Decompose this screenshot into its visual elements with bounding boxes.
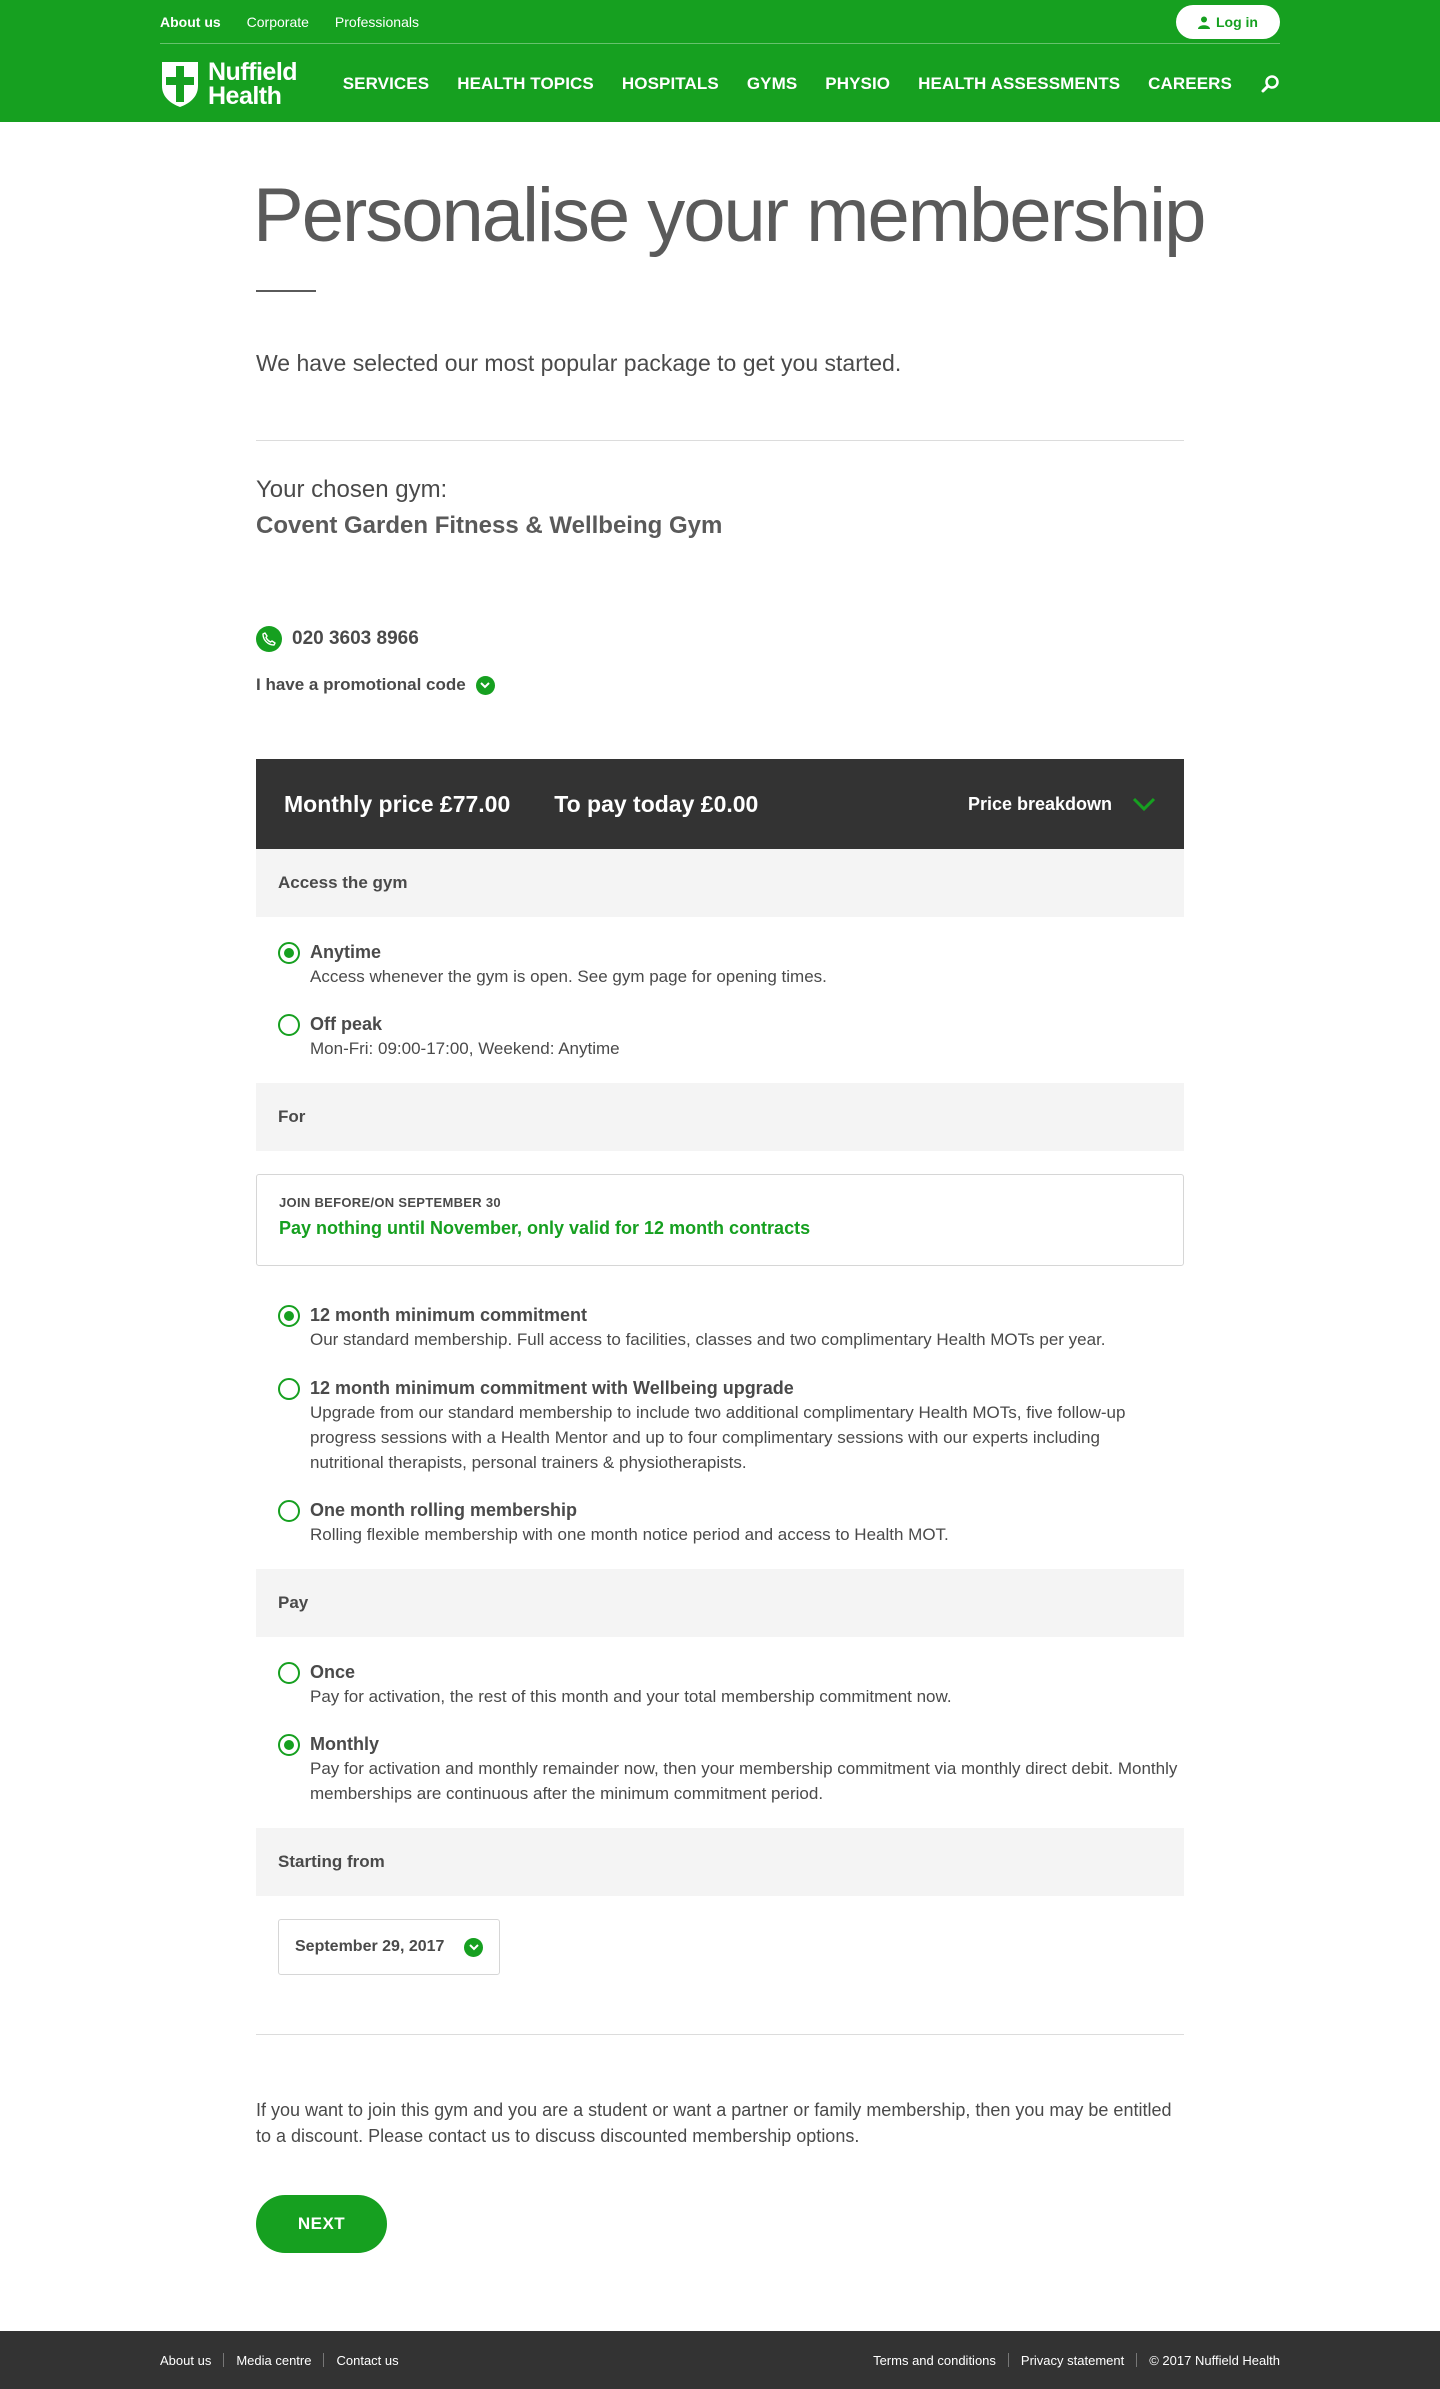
radio-button[interactable]: [278, 1378, 300, 1400]
monthly-price: Monthly price £77.00: [284, 790, 511, 817]
commitment-option-12-month[interactable]: 12 month minimum commitment Our standard…: [278, 1303, 1178, 1352]
for-section-heading: For: [256, 1083, 1184, 1151]
offer-text: Pay nothing until November, only valid f…: [279, 1218, 811, 1238]
nav-gyms[interactable]: GYMS: [747, 74, 797, 94]
radio-button[interactable]: [278, 1014, 300, 1036]
option-description: Rolling flexible membership with one mon…: [310, 1525, 949, 1544]
radio-button[interactable]: [278, 942, 300, 964]
nav-careers[interactable]: CAREERS: [1148, 74, 1232, 94]
start-date-value: September 29, 2017: [295, 1938, 445, 1955]
main-nav: Nuffield Health SERVICES HEALTH TOPICS H…: [160, 58, 1280, 110]
nav-health-topics[interactable]: HEALTH TOPICS: [457, 74, 594, 94]
option-description: Our standard membership. Full access to …: [310, 1330, 1106, 1349]
option-label: 12 month minimum commitment with Wellbei…: [310, 1378, 794, 1398]
pay-section-heading: Pay: [256, 1569, 1184, 1637]
divider: [323, 2353, 325, 2367]
option-description: Upgrade from our standard membership to …: [310, 1403, 1126, 1472]
utility-link-professionals[interactable]: Professionals: [335, 14, 419, 30]
pay-option-once[interactable]: Once Pay for activation, the rest of thi…: [278, 1660, 1178, 1709]
intro-text: We have selected our most popular packag…: [256, 350, 902, 376]
brand-name: Nuffield Health: [208, 58, 298, 110]
nav-physio[interactable]: PHYSIO: [825, 74, 890, 94]
brand-line-2: Health: [208, 82, 282, 110]
option-description: Pay for activation and monthly remainder…: [310, 1759, 1178, 1803]
login-button[interactable]: Log in: [1176, 5, 1280, 39]
access-option-off-peak[interactable]: Off peak Mon-Fri: 09:00-17:00, Weekend: …: [278, 1012, 1178, 1061]
price-breakdown-toggle[interactable]: Price breakdown: [968, 794, 1156, 815]
discount-note: If you want to join this gym and you are…: [256, 2100, 1172, 2146]
footer-copyright: © 2017 Nuffield Health: [1149, 2352, 1280, 2368]
pay-today-price: To pay today £0.00: [554, 790, 759, 817]
chevron-down-icon: [464, 1937, 483, 1957]
radio-button[interactable]: [278, 1305, 300, 1327]
start-section-heading: Starting from: [256, 1828, 1184, 1896]
site-footer: About us Media centre Contact us Terms a…: [0, 2331, 1440, 2389]
option-label: Off peak: [310, 1014, 383, 1034]
phone-number: 020 3603 8966: [292, 628, 419, 649]
radio-button[interactable]: [278, 1734, 300, 1756]
chevron-down-icon: [475, 675, 495, 695]
cross-shield-logo: [162, 62, 198, 107]
offer-kicker: JOIN BEFORE/ON SEPTEMBER 30: [279, 1195, 501, 1210]
price-summary-bar: Monthly price £77.00 To pay today £0.00 …: [256, 759, 1184, 849]
brand-line-1: Nuffield: [208, 58, 298, 86]
divider: [223, 2353, 225, 2367]
user-icon: [1198, 16, 1210, 29]
footer-link-media[interactable]: Media centre: [236, 2353, 311, 2368]
utility-link-about[interactable]: About us: [160, 14, 221, 30]
phone-icon: [256, 626, 282, 652]
next-button[interactable]: NEXT: [256, 2195, 387, 2253]
footer-link-contact[interactable]: Contact us: [336, 2353, 398, 2368]
chevron-down-icon: [1132, 797, 1156, 811]
option-description: Pay for activation, the rest of this mon…: [310, 1687, 952, 1706]
footer-link-terms[interactable]: Terms and conditions: [873, 2353, 996, 2368]
radio-button[interactable]: [278, 1500, 300, 1522]
promo-code-label: I have a promotional code: [256, 675, 466, 694]
chosen-gym-label: Your chosen gym:: [256, 476, 448, 503]
chosen-gym-name: Covent Garden Fitness & Wellbeing Gym: [256, 512, 723, 539]
page-title: Personalise your membership: [253, 173, 1206, 258]
commitment-option-wellbeing[interactable]: 12 month minimum commitment with Wellbei…: [278, 1376, 1178, 1475]
option-label: Once: [310, 1662, 356, 1682]
divider: [1007, 2353, 1009, 2367]
pay-option-monthly[interactable]: Monthly Pay for activation and monthly r…: [278, 1732, 1178, 1806]
option-label: Anytime: [310, 942, 382, 962]
site-header: About us Corporate Professionals Log in …: [0, 0, 1440, 122]
search-icon[interactable]: [1260, 74, 1280, 94]
option-description: Mon-Fri: 09:00-17:00, Weekend: Anytime: [310, 1039, 620, 1058]
offer-banner: JOIN BEFORE/ON SEPTEMBER 30 Pay nothing …: [256, 1174, 1184, 1266]
nav-services[interactable]: SERVICES: [343, 74, 429, 94]
price-breakdown-label: Price breakdown: [967, 793, 1112, 814]
logo[interactable]: Nuffield Health: [160, 58, 298, 110]
option-label: Monthly: [310, 1734, 379, 1754]
utility-link-corporate[interactable]: Corporate: [247, 14, 309, 30]
divider: [256, 440, 1184, 441]
login-label: Log in: [1216, 14, 1258, 30]
start-date-select[interactable]: September 29, 2017: [278, 1919, 500, 1975]
divider: [1136, 2353, 1138, 2367]
option-description: Access whenever the gym is open. See gym…: [310, 967, 827, 986]
divider: [256, 2034, 1184, 2035]
access-section-heading: Access the gym: [256, 849, 1184, 917]
title-underline: [256, 290, 316, 292]
access-option-anytime[interactable]: Anytime Access whenever the gym is open.…: [278, 940, 1178, 989]
footer-link-privacy[interactable]: Privacy statement: [1021, 2353, 1124, 2368]
nav-health-assessments[interactable]: HEALTH ASSESSMENTS: [918, 74, 1120, 94]
utility-bar: About us Corporate Professionals Log in: [160, 0, 1280, 44]
commitment-option-rolling[interactable]: One month rolling membership Rolling fle…: [278, 1498, 1178, 1547]
option-label: One month rolling membership: [310, 1500, 578, 1520]
promo-code-toggle[interactable]: I have a promotional code: [256, 675, 495, 695]
nav-links: SERVICES HEALTH TOPICS HOSPITALS GYMS PH…: [315, 74, 1280, 94]
footer-link-about[interactable]: About us: [160, 2353, 211, 2368]
radio-button[interactable]: [278, 1662, 300, 1684]
option-label: 12 month minimum commitment: [310, 1305, 588, 1325]
phone-contact[interactable]: 020 3603 8966: [256, 626, 419, 652]
nav-hospitals[interactable]: HOSPITALS: [622, 74, 719, 94]
